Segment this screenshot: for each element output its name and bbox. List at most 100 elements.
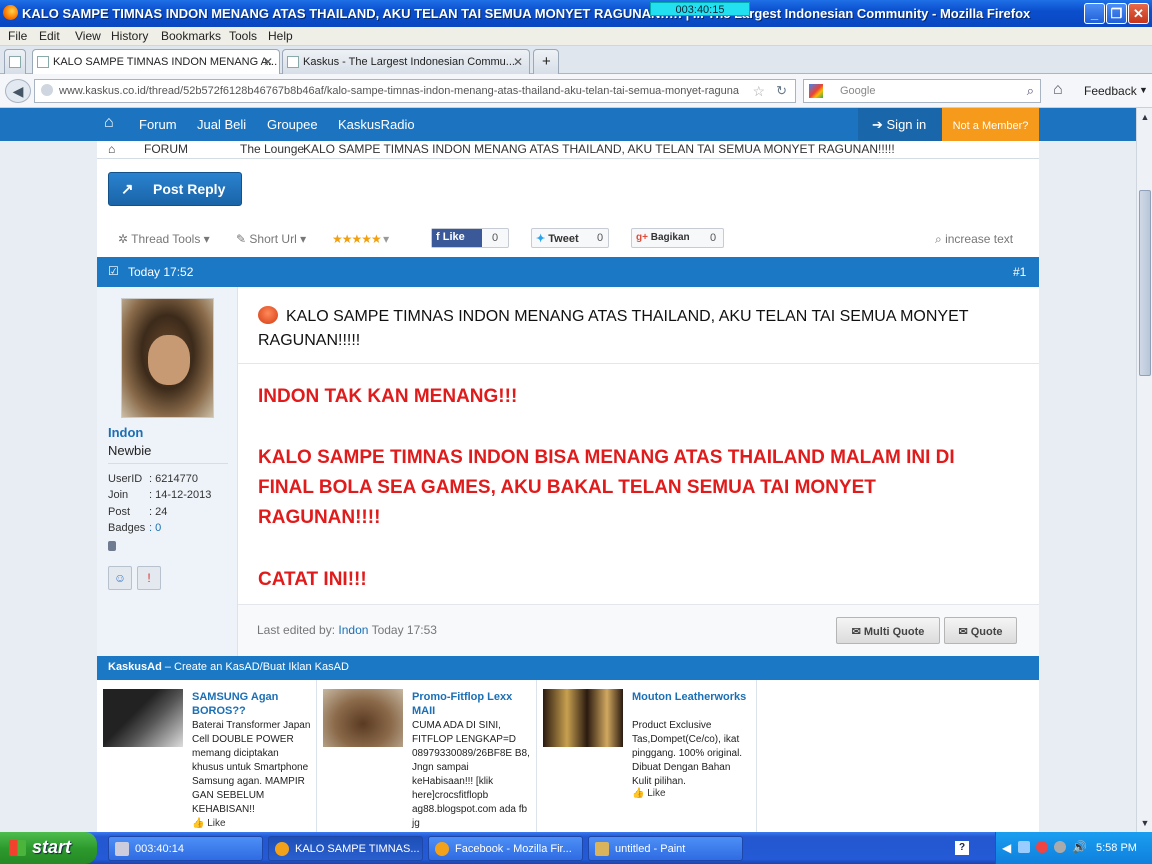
vertical-scrollbar[interactable]: ▲ ▼ [1136, 108, 1152, 832]
reload-icon[interactable]: ↻ [776, 83, 787, 99]
taskbar-item-paint[interactable]: untitled - Paint [588, 836, 743, 861]
thread-tools-label: Thread Tools [131, 232, 201, 246]
menu-bookmarks[interactable]: Bookmarks [161, 29, 221, 43]
taskbar-item-timer[interactable]: 003:40:14 [108, 836, 263, 861]
taskbar-item-firefox-thread[interactable]: KALO SAMPE TIMNAS... [268, 836, 423, 861]
post-body-line: FINAL BOLA SEA GAMES, AKU BAKAL TELAN SE… [258, 477, 876, 498]
tray-arrow-icon[interactable]: ◀ [1002, 841, 1011, 855]
like-text: Like [442, 231, 465, 243]
firefox-icon [435, 842, 449, 856]
nav-jual-beli[interactable]: Jual Beli [197, 108, 246, 141]
bagikan-button[interactable]: g+ Bagikan 0 [631, 228, 724, 248]
help-icon[interactable]: ? [955, 841, 969, 855]
ad-like-label: Like [647, 788, 666, 799]
tab-close-icon[interactable]: ✕ [513, 55, 523, 69]
new-tab-button[interactable]: + [533, 49, 559, 74]
short-url-dropdown[interactable]: ✎ Short Url ▾ [236, 232, 306, 246]
maximize-button[interactable]: ❐ [1106, 3, 1127, 24]
ad-card[interactable]: Mouton Leatherworks Product Exclusive Ta… [537, 680, 757, 832]
close-button[interactable]: ✕ [1128, 3, 1149, 24]
ad-card[interactable]: SAMSUNG Agan BOROS?? Baterai Transformer… [97, 680, 317, 832]
facebook-like-button[interactable]: f Like 0 [431, 228, 509, 248]
tab-kaskus[interactable]: Kaskus - The Largest Indonesian Commu...… [282, 49, 530, 74]
report-icon[interactable]: ! [137, 566, 161, 590]
search-icon[interactable]: ⌕ [1027, 83, 1034, 99]
post-number[interactable]: #1 [1013, 265, 1026, 279]
kaskusad-title: KaskusAd [108, 661, 162, 673]
tray-app-icon[interactable] [1054, 841, 1066, 853]
url-bar[interactable]: www.kaskus.co.id/thread/52b572f6128b4676… [34, 79, 796, 103]
navigation-bar: ◀ www.kaskus.co.id/thread/52b572f6128b46… [0, 74, 1152, 108]
nav-groupee[interactable]: Groupee [267, 108, 318, 141]
breadcrumb-forum[interactable]: FORUM [144, 142, 188, 156]
like-count: 0 [492, 232, 499, 244]
increase-text-link[interactable]: ⌕ increase text [935, 232, 1013, 247]
feedback-button[interactable]: Feedback [1084, 84, 1137, 98]
home-icon[interactable]: ⌂ [1053, 81, 1063, 99]
network-icon[interactable] [1018, 841, 1030, 853]
sign-in-button[interactable]: ➔ Sign in [858, 108, 942, 141]
last-edited-text: Last edited by: Indon Today 17:53 [257, 623, 437, 637]
start-button[interactable]: start [0, 832, 97, 864]
tray-app-icon[interactable] [1036, 841, 1048, 853]
kaskusad-create-link[interactable]: – Create an KasAD/Buat Iklan KasAD [165, 661, 349, 673]
bookmark-star-icon[interactable]: ☆ [752, 83, 765, 100]
menu-tools[interactable]: Tools [229, 29, 257, 43]
nav-kaskusradio[interactable]: KaskusRadio [338, 108, 415, 141]
ad-title[interactable]: Mouton Leatherworks [632, 690, 747, 704]
task-label: 003:40:14 [135, 843, 184, 855]
breadcrumb-lounge[interactable]: The Lounge [240, 142, 304, 156]
ad-image[interactable] [103, 689, 183, 747]
scrollbar-thumb[interactable] [1139, 190, 1151, 376]
breadcrumb-thread: KALO SAMPE TIMNAS INDON MENANG ATAS THAI… [303, 142, 895, 156]
menu-edit[interactable]: Edit [39, 29, 60, 43]
menu-view[interactable]: View [75, 29, 101, 43]
rating-stars[interactable]: ★★★★★ ▾ [332, 232, 389, 246]
profile-icon[interactable]: ☺ [108, 566, 132, 590]
back-button[interactable]: ◀ [5, 79, 31, 103]
tweet-button[interactable]: ✦ Tweet 0 [531, 228, 609, 248]
app-tab[interactable] [4, 49, 26, 74]
checkbox-icon: ☑ [108, 264, 119, 278]
google-icon [809, 84, 823, 98]
clock[interactable]: 5:58 PM [1096, 842, 1137, 854]
minimize-button[interactable]: _ [1084, 3, 1105, 24]
ad-image[interactable] [543, 689, 623, 747]
menu-help[interactable]: Help [268, 29, 293, 43]
username-link[interactable]: Indon [108, 425, 143, 440]
ad-card[interactable]: Promo-Fitflop Lexx MAII CUMA ADA DI SINI… [317, 680, 537, 832]
not-member-button[interactable]: Not a Member? [942, 108, 1039, 144]
ad-like-button[interactable]: 👍 Like [632, 788, 666, 799]
last-edited-user[interactable]: Indon [338, 623, 368, 637]
quote-button[interactable]: ✉ Quote [944, 617, 1017, 644]
post-reply-button[interactable]: ↗ Post Reply [108, 172, 242, 206]
tab-close-icon[interactable]: ✕ [263, 55, 273, 69]
search-input[interactable]: Google ⌕ [803, 79, 1041, 103]
ad-like-button[interactable]: 👍 Like [192, 818, 226, 829]
menu-history[interactable]: History [111, 29, 148, 43]
firefox-icon [275, 842, 289, 856]
nav-forum[interactable]: Forum [139, 108, 177, 141]
avatar[interactable] [121, 298, 214, 418]
volume-icon[interactable]: 🔊 [1072, 840, 1087, 854]
chevron-down-icon[interactable]: ▼ [1139, 85, 1148, 95]
multi-quote-button[interactable]: ✉ Multi Quote [836, 617, 940, 644]
page-icon [287, 56, 299, 68]
taskbar-item-facebook[interactable]: Facebook - Mozilla Fir... [428, 836, 583, 861]
search-placeholder: Google [840, 85, 876, 97]
google-plus-icon: g+ [636, 232, 648, 243]
scroll-up-arrow-icon[interactable]: ▲ [1138, 110, 1152, 124]
site-identity-icon[interactable] [41, 84, 53, 96]
breadcrumb-home-icon[interactable]: ⌂ [108, 142, 115, 156]
emoticon-icon [258, 306, 278, 324]
menu-file[interactable]: File [8, 29, 27, 43]
ad-image[interactable] [323, 689, 403, 747]
scroll-down-arrow-icon[interactable]: ▼ [1138, 816, 1152, 830]
chevron-down-icon: ▾ [383, 232, 389, 246]
thread-tools-dropdown[interactable]: ✲ Thread Tools ▾ [118, 232, 210, 246]
home-icon[interactable]: ⌂ [104, 108, 114, 141]
ad-title[interactable]: SAMSUNG Agan BOROS?? [192, 690, 307, 718]
ad-title[interactable]: Promo-Fitflop Lexx MAII [412, 690, 527, 718]
bagikan-count: 0 [710, 232, 717, 244]
tab-thread[interactable]: KALO SAMPE TIMNAS INDON MENANG A... ✕ [32, 49, 280, 75]
